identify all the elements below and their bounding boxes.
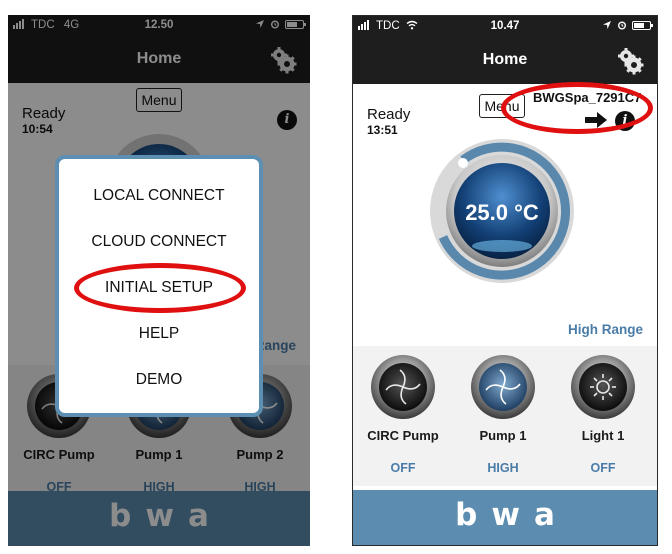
spa-status: Ready 13:51 — [367, 106, 410, 137]
control-state: OFF — [390, 461, 416, 475]
home-content: Ready 13:51 Menu BWGSpa_7291C7 i 25.0 °C… — [353, 84, 657, 492]
phone-screenshot-right: TDC 10.47 Home Ready 13:51 Menu BWGSpa_7… — [352, 15, 658, 546]
bwa-logo: bwa — [455, 497, 569, 533]
location-arrow-icon — [603, 21, 611, 29]
control-pump-1[interactable]: Pump 1 HIGH — [453, 354, 553, 475]
control-state: OFF — [590, 461, 616, 475]
page-title: Home — [482, 51, 528, 68]
light-knob-icon[interactable] — [570, 354, 636, 420]
control-name: CIRC Pump — [367, 428, 439, 443]
highlight-oval — [501, 82, 653, 134]
temperature-value: 25.0 °C — [465, 200, 539, 225]
gear-icon[interactable] — [615, 46, 645, 76]
pump-knob-icon[interactable] — [470, 354, 536, 420]
ready-label: Ready — [367, 106, 411, 123]
footer-bar: bwa — [353, 490, 657, 545]
control-name: Light 1 — [581, 428, 625, 443]
control-state: HIGH — [487, 461, 519, 475]
phone-screenshot-left: TDC 4G 12.50 Home Ready 10:54 Menu i Ran… — [8, 15, 310, 546]
alarm-icon — [618, 21, 626, 30]
pump-knob-icon[interactable] — [370, 354, 436, 420]
highlight-oval — [74, 263, 246, 313]
temperature-dial[interactable]: 25.0 °C — [427, 136, 577, 286]
battery-icon — [632, 20, 653, 30]
controls-panel: CIRC Pump OFF Pump 1 HIGH Light 1 OFF — [353, 346, 657, 486]
menu-item-cloud-connect[interactable]: CLOUD CONNECT — [59, 233, 259, 251]
menu-item-demo[interactable]: DEMO — [59, 371, 259, 389]
range-label: High Range — [567, 322, 643, 337]
ready-time: 13:51 — [367, 123, 398, 137]
menu-item-local-connect[interactable]: LOCAL CONNECT — [59, 187, 259, 205]
control-circ-pump[interactable]: CIRC Pump OFF — [353, 354, 453, 475]
menu-item-help[interactable]: HELP — [59, 325, 259, 343]
status-bar: TDC 10.47 — [353, 16, 657, 36]
nav-bar: Home — [353, 36, 657, 84]
control-name: Pump 1 — [479, 428, 527, 443]
control-light-1[interactable]: Light 1 OFF — [553, 354, 653, 475]
